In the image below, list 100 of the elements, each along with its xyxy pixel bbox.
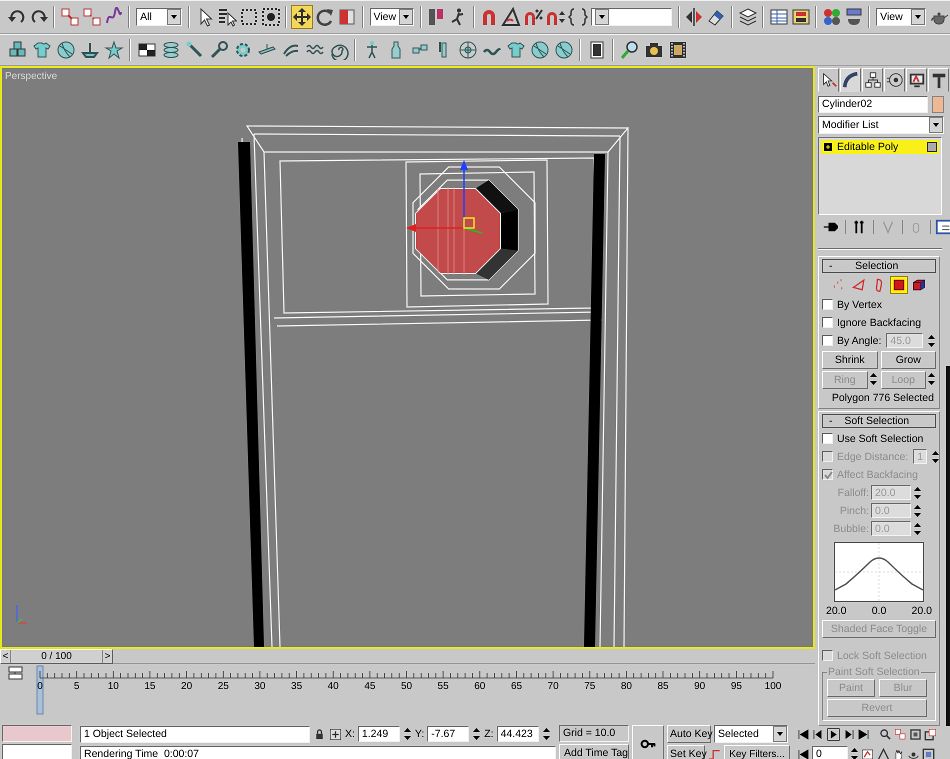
time-configuration-icon[interactable] bbox=[861, 748, 874, 759]
selection-button[interactable]: Grow bbox=[880, 351, 936, 369]
move-button[interactable] bbox=[291, 5, 314, 29]
rollout-header[interactable]: - Selection bbox=[822, 259, 936, 273]
checkbox[interactable] bbox=[822, 299, 833, 310]
key-filters-button[interactable]: Key Filters... bbox=[724, 745, 790, 759]
modifier-toggle-icon[interactable] bbox=[927, 142, 937, 152]
modifier-stack-item[interactable]: Editable Poly bbox=[821, 140, 939, 154]
spinner-arrows[interactable] bbox=[913, 520, 922, 536]
shirt-icon[interactable] bbox=[506, 40, 526, 60]
wheel-icon[interactable] bbox=[458, 40, 478, 60]
coordinate-field[interactable]: -7.67 bbox=[427, 726, 470, 742]
spinner-arrows[interactable] bbox=[402, 726, 412, 742]
time-slider-thumb[interactable]: < 0 / 100 > bbox=[0, 649, 113, 664]
caret-icon[interactable] bbox=[595, 9, 610, 25]
absolute-mode-icon[interactable] bbox=[329, 728, 342, 740]
track-bar-ruler[interactable] bbox=[40, 671, 774, 679]
toolbar-dropdown[interactable]: View bbox=[370, 8, 414, 26]
checkbox[interactable] bbox=[822, 433, 833, 444]
rollout-header[interactable]: - Soft Selection bbox=[822, 414, 936, 428]
script-input-field[interactable] bbox=[2, 744, 72, 759]
script-listener-field[interactable] bbox=[2, 725, 72, 742]
auto-key-button[interactable]: Auto Key bbox=[667, 725, 711, 743]
object-color-swatch[interactable] bbox=[932, 96, 944, 113]
zoom-all-icon[interactable] bbox=[894, 728, 907, 740]
field-of-view-icon[interactable] bbox=[877, 748, 890, 759]
current-frame-marker[interactable] bbox=[36, 666, 44, 715]
shirt-icon[interactable] bbox=[32, 40, 52, 60]
toolbar-dropdown[interactable]: View bbox=[876, 8, 926, 26]
move-gizmo-icon[interactable] bbox=[406, 160, 482, 234]
selection-button[interactable]: Shrink bbox=[822, 351, 878, 369]
play-icon[interactable] bbox=[827, 728, 840, 740]
wrench-icon[interactable] bbox=[208, 40, 228, 60]
zoom-extents-icon[interactable] bbox=[909, 728, 922, 740]
spinner-arrows[interactable] bbox=[927, 332, 936, 348]
spinner-arrows[interactable] bbox=[913, 484, 922, 500]
spinner-arrows[interactable] bbox=[913, 502, 922, 518]
set-key-button[interactable]: Set Key bbox=[667, 745, 705, 759]
modifier-stack[interactable]: Editable Poly bbox=[818, 137, 942, 215]
spinner-arrows[interactable] bbox=[850, 746, 859, 759]
coordinate-label: X: bbox=[345, 728, 355, 740]
magnifier-icon[interactable] bbox=[620, 40, 640, 60]
coordinate-field[interactable]: 1.249 bbox=[358, 726, 400, 742]
angle-snap-icon bbox=[501, 7, 522, 27]
film-icon[interactable] bbox=[668, 40, 688, 60]
checkbox[interactable] bbox=[822, 317, 833, 328]
frame-number: 95 bbox=[730, 681, 742, 692]
time-slider[interactable]: < 0 / 100 > bbox=[0, 649, 815, 664]
checkbox-label: Affect Backfacing bbox=[837, 468, 918, 480]
configure-sets-icon[interactable] bbox=[935, 218, 950, 236]
current-frame-field[interactable]: 0 bbox=[812, 746, 848, 759]
go-to-start-icon[interactable] bbox=[797, 728, 810, 740]
maximize-viewport-icon[interactable] bbox=[922, 748, 935, 759]
sphere-icon[interactable] bbox=[554, 40, 574, 60]
link-icon bbox=[60, 7, 80, 27]
coordinate-field[interactable]: 44.423 bbox=[496, 726, 539, 742]
checkbox[interactable] bbox=[822, 335, 833, 346]
dashed-circle-button[interactable] bbox=[260, 5, 282, 29]
collapse-toggle[interactable]: - bbox=[829, 260, 832, 272]
rollout-title: Soft Selection bbox=[843, 415, 910, 427]
caret-icon[interactable] bbox=[929, 117, 943, 133]
disk-stack-icon[interactable] bbox=[160, 40, 180, 60]
zoom-icon[interactable] bbox=[879, 728, 892, 740]
tangent-curve-icon[interactable] bbox=[708, 748, 721, 759]
key-mode-dropdown[interactable]: Selected bbox=[714, 725, 788, 743]
caret-icon[interactable] bbox=[167, 9, 182, 25]
spinner-arrows[interactable] bbox=[542, 726, 551, 742]
stand-icon[interactable] bbox=[80, 40, 100, 60]
object-name-field[interactable]: Cylinder02 bbox=[818, 96, 928, 113]
set-keys-button[interactable] bbox=[632, 725, 664, 759]
collapse-toggle[interactable]: - bbox=[829, 415, 832, 427]
frame-number: 50 bbox=[400, 681, 412, 692]
go-to-end-icon[interactable] bbox=[857, 728, 870, 740]
camera-icon[interactable] bbox=[644, 40, 664, 60]
key-mode-toggle-icon[interactable] bbox=[797, 748, 810, 759]
mirror-button[interactable] bbox=[684, 5, 705, 29]
zoom-extents-all-icon[interactable] bbox=[924, 728, 937, 740]
angle-snap-button[interactable] bbox=[500, 5, 522, 29]
track-bar-toggle-icon[interactable] bbox=[8, 666, 22, 680]
next-frame-button[interactable]: > bbox=[102, 650, 112, 664]
toolbar-dropdown[interactable] bbox=[591, 8, 672, 26]
spinner-arrows[interactable] bbox=[472, 726, 482, 742]
frame-number: 5 bbox=[74, 681, 80, 692]
star-figure-icon[interactable] bbox=[104, 40, 124, 60]
selected-polygon[interactable] bbox=[415, 186, 501, 276]
frame-number: 75 bbox=[584, 681, 596, 692]
caret-icon[interactable] bbox=[910, 9, 925, 25]
scroll-bar[interactable] bbox=[946, 366, 950, 726]
caret-icon[interactable] bbox=[773, 726, 787, 742]
add-time-tag-button[interactable]: Add Time Tag bbox=[559, 744, 629, 759]
spinner-arrows[interactable] bbox=[931, 448, 940, 464]
previous-frame-button[interactable]: < bbox=[1, 650, 11, 664]
toolbar-dropdown[interactable]: All bbox=[136, 8, 182, 26]
sphere-icon[interactable] bbox=[530, 40, 550, 60]
sphere-icon[interactable] bbox=[56, 40, 76, 60]
expand-icon[interactable] bbox=[823, 142, 833, 152]
modifier-list-dropdown[interactable]: Modifier List bbox=[818, 116, 944, 134]
caret-icon[interactable] bbox=[398, 9, 413, 25]
frame-number: 85 bbox=[657, 681, 669, 692]
frame-number: 65 bbox=[510, 681, 522, 692]
